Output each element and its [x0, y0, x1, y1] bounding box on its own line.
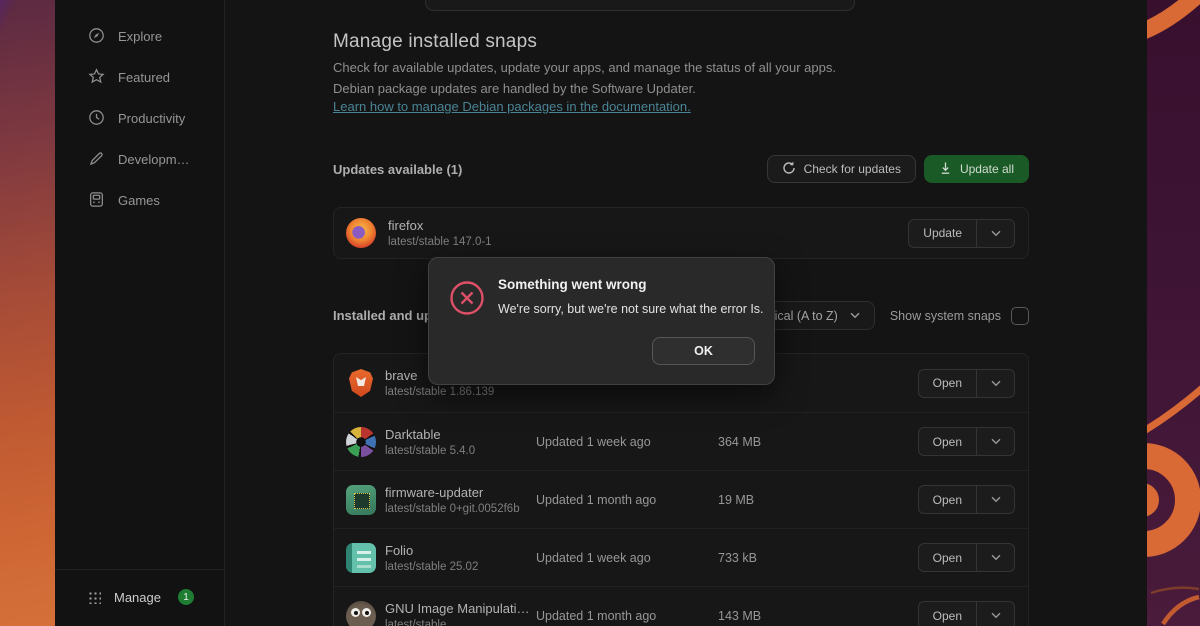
open-split-button: Open — [918, 601, 1015, 626]
sidebar-item-featured[interactable]: Featured — [55, 57, 224, 98]
check-for-updates-button[interactable]: Check for updates — [767, 155, 916, 183]
open-options-button[interactable] — [976, 370, 1014, 397]
error-dialog: Something went wrong We're sorry, but we… — [428, 257, 775, 385]
open-options-button[interactable] — [976, 428, 1014, 455]
sidebar-item-explore[interactable]: Explore — [55, 16, 224, 57]
page-description: Check for available updates, update your… — [333, 59, 1029, 77]
debian-note: Debian package updates are handled by th… — [333, 81, 1029, 96]
chevron-down-icon — [850, 312, 860, 319]
sidebar-item-development[interactable]: Developm… — [55, 139, 224, 180]
chevron-down-icon — [991, 230, 1001, 237]
star-icon — [88, 68, 105, 88]
show-system-snaps-label: Show system snaps — [890, 309, 1001, 323]
sidebar-item-productivity[interactable]: Productivity — [55, 98, 224, 139]
update-split-button: Update — [908, 219, 1015, 248]
installed-list: brave latest/stable 1.86.139 Open — [333, 353, 1029, 626]
compass-icon — [88, 27, 105, 47]
update-all-button[interactable]: Update all — [924, 155, 1029, 183]
snap-row-gimp: GNU Image Manipulati… latest/stable Upda… — [334, 586, 1028, 626]
open-options-button[interactable] — [976, 544, 1014, 571]
chevron-down-icon — [991, 438, 1001, 445]
firefox-icon — [346, 218, 376, 248]
snap-name: firmware-updater — [385, 485, 536, 500]
open-split-button: Open — [918, 543, 1015, 572]
sidebar-item-label: Developm… — [118, 152, 190, 167]
snap-updated: Updated 1 month ago — [536, 609, 718, 623]
check-for-updates-label: Check for updates — [804, 162, 901, 176]
snap-size: 733 kB — [718, 551, 918, 565]
update-options-button[interactable] — [976, 220, 1014, 247]
sidebar-item-label: Featured — [118, 70, 170, 85]
snap-channel: latest/stable 5.4.0 — [385, 445, 536, 457]
open-split-button: Open — [918, 427, 1015, 456]
open-button[interactable]: Open — [919, 486, 976, 513]
folio-notebook-icon — [346, 543, 376, 573]
sidebar-item-label: Productivity — [118, 111, 185, 126]
gimp-wilber-icon — [346, 601, 376, 626]
open-split-button: Open — [918, 369, 1015, 398]
sidebar: Explore Featured Productivity — [55, 0, 225, 626]
clock-icon — [88, 109, 105, 129]
firmware-chip-icon — [346, 485, 376, 515]
sidebar-item-label: Manage — [114, 590, 161, 605]
darktable-pinwheel-icon — [346, 427, 376, 457]
snap-size: 19 MB — [718, 493, 918, 507]
show-system-snaps-checkbox[interactable] — [1011, 307, 1029, 325]
snap-row-firmware-updater: firmware-updater latest/stable 0+git.005… — [334, 470, 1028, 528]
sidebar-item-label: Explore — [118, 29, 162, 44]
snap-name: firefox — [388, 218, 908, 233]
snap-updated: Updated 1 week ago — [536, 435, 718, 449]
open-button[interactable]: Open — [919, 370, 976, 397]
sidebar-item-games[interactable]: Games — [55, 180, 224, 221]
snap-row-darktable: Darktable latest/stable 5.4.0 Updated 1 … — [334, 412, 1028, 470]
snap-updated: Updated 1 month ago — [536, 493, 718, 507]
snap-channel: latest/stable 0+git.0052f6b — [385, 503, 536, 515]
pencil-icon — [88, 150, 105, 170]
gamepad-icon — [88, 191, 105, 211]
open-split-button: Open — [918, 485, 1015, 514]
open-options-button[interactable] — [976, 602, 1014, 626]
desktop-wallpaper-right — [1147, 0, 1200, 626]
snap-channel: latest/stable 1.86.139 — [385, 386, 536, 398]
dialog-title: Something went wrong — [498, 277, 647, 292]
wallpaper-swirl-art — [1147, 0, 1200, 626]
brave-lion-icon — [346, 368, 376, 398]
sidebar-bottom: Manage 1 — [55, 569, 224, 626]
error-circle-x-icon — [449, 280, 485, 321]
update-button[interactable]: Update — [909, 220, 976, 247]
ok-button[interactable]: OK — [652, 337, 755, 365]
desktop-wallpaper-left — [0, 0, 55, 626]
updates-heading: Updates available (1) — [333, 162, 462, 177]
chevron-down-icon — [991, 612, 1001, 619]
open-options-button[interactable] — [976, 486, 1014, 513]
download-icon — [939, 161, 952, 178]
sidebar-item-label: Games — [118, 193, 160, 208]
update-row-firefox: firefox latest/stable 147.0-1 Update — [333, 207, 1029, 259]
snap-name: Folio — [385, 543, 536, 558]
dialog-message: We're sorry, but we're not sure what the… — [498, 302, 764, 316]
open-button[interactable]: Open — [919, 544, 976, 571]
snap-name: GNU Image Manipulati… — [385, 601, 536, 616]
debian-docs-link[interactable]: Learn how to manage Debian packages in t… — [333, 99, 691, 114]
chevron-down-icon — [991, 380, 1001, 387]
refresh-icon — [782, 161, 796, 178]
snap-channel: latest/stable 147.0-1 — [388, 236, 908, 248]
open-button[interactable]: Open — [919, 428, 976, 455]
updates-count-badge: 1 — [178, 589, 194, 605]
update-all-label: Update all — [960, 162, 1014, 176]
chevron-down-icon — [991, 496, 1001, 503]
screen: Explore Featured Productivity — [0, 0, 1200, 626]
snap-size: 143 MB — [718, 609, 918, 623]
snap-size: 364 MB — [718, 435, 918, 449]
snap-updated: Updated 1 week ago — [536, 551, 718, 565]
snap-channel: latest/stable — [385, 619, 536, 626]
open-button[interactable]: Open — [919, 602, 976, 626]
sidebar-item-manage[interactable]: Manage 1 — [55, 580, 224, 614]
snap-row-folio: Folio latest/stable 25.02 Updated 1 week… — [334, 528, 1028, 586]
snap-channel: latest/stable 25.02 — [385, 561, 536, 573]
page-title: Manage installed snaps — [333, 31, 1029, 53]
snap-name: Darktable — [385, 427, 536, 442]
grid-dots-icon — [88, 591, 101, 604]
chevron-down-icon — [991, 554, 1001, 561]
